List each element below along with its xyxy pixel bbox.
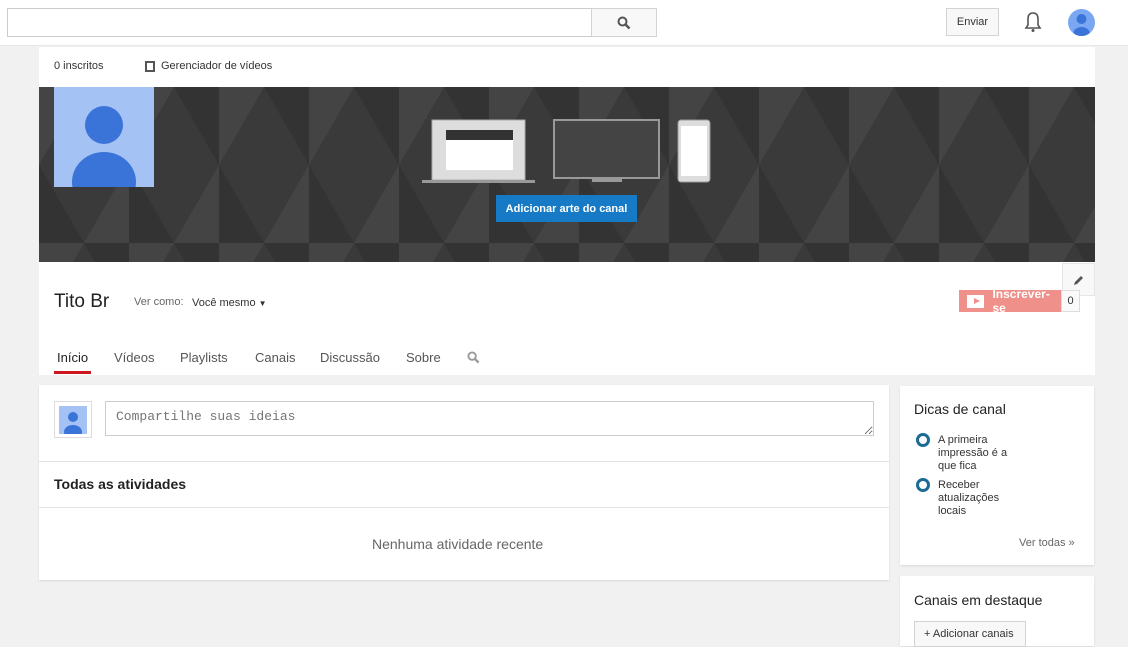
- share-ideas-input[interactable]: [105, 401, 874, 436]
- tip-item[interactable]: Receber atualizações locais: [938, 479, 1018, 518]
- tab-inicio[interactable]: Início: [57, 350, 88, 365]
- divider: [39, 507, 889, 508]
- pencil-icon: [1073, 275, 1083, 285]
- section-title: Todas as atividades: [54, 476, 187, 492]
- video-manager-icon: [145, 61, 155, 72]
- featured-title: Canais em destaque: [914, 592, 1043, 608]
- user-avatar: [54, 401, 92, 439]
- search-icon: [617, 16, 631, 29]
- channel-avatar[interactable]: [54, 87, 154, 187]
- tab-discussao[interactable]: Discussão: [320, 350, 380, 365]
- add-channel-art-button[interactable]: Adicionar arte do canal: [496, 195, 637, 222]
- tab-videos[interactable]: Vídeos: [114, 350, 154, 365]
- devices-illustration: [422, 119, 711, 183]
- view-as-label: Ver como:: [134, 296, 184, 308]
- see-all-link[interactable]: Ver todas »: [1019, 537, 1075, 549]
- view-as-dropdown[interactable]: Você mesmo ▼: [192, 297, 267, 309]
- tip-item[interactable]: A primeira impressão é a que fica: [938, 434, 1018, 473]
- add-channels-button[interactable]: + Adicionar canais: [914, 621, 1026, 647]
- tip-circle-icon: [916, 478, 930, 492]
- subscriber-count: 0 inscritos: [54, 60, 104, 72]
- tab-playlists[interactable]: Playlists: [180, 350, 228, 365]
- search-input[interactable]: [7, 8, 592, 37]
- play-icon: [967, 294, 985, 308]
- caret-down-icon: ▼: [258, 299, 267, 308]
- tab-sobre[interactable]: Sobre: [406, 350, 441, 365]
- subscriber-count-badge: 0: [1061, 290, 1080, 312]
- tab-canais[interactable]: Canais: [255, 350, 295, 365]
- subscribe-label: Inscrever-se: [992, 287, 1050, 315]
- divider: [39, 461, 889, 462]
- video-manager-link[interactable]: Gerenciador de vídeos: [161, 60, 272, 72]
- active-tab-indicator: [54, 371, 91, 374]
- subscribe-button[interactable]: Inscrever-se: [959, 287, 1061, 315]
- channel-search-icon[interactable]: [467, 351, 480, 364]
- tips-title: Dicas de canal: [914, 401, 1006, 417]
- search-button[interactable]: [591, 8, 657, 37]
- channel-name: Tito Br: [54, 291, 110, 312]
- tip-circle-icon: [916, 433, 930, 447]
- empty-activity-message: Nenhuma atividade recente: [372, 536, 544, 552]
- account-avatar[interactable]: [1068, 9, 1095, 36]
- view-as-value: Você mesmo: [192, 297, 256, 309]
- bell-icon[interactable]: [1022, 10, 1044, 34]
- upload-button[interactable]: Enviar: [946, 8, 999, 36]
